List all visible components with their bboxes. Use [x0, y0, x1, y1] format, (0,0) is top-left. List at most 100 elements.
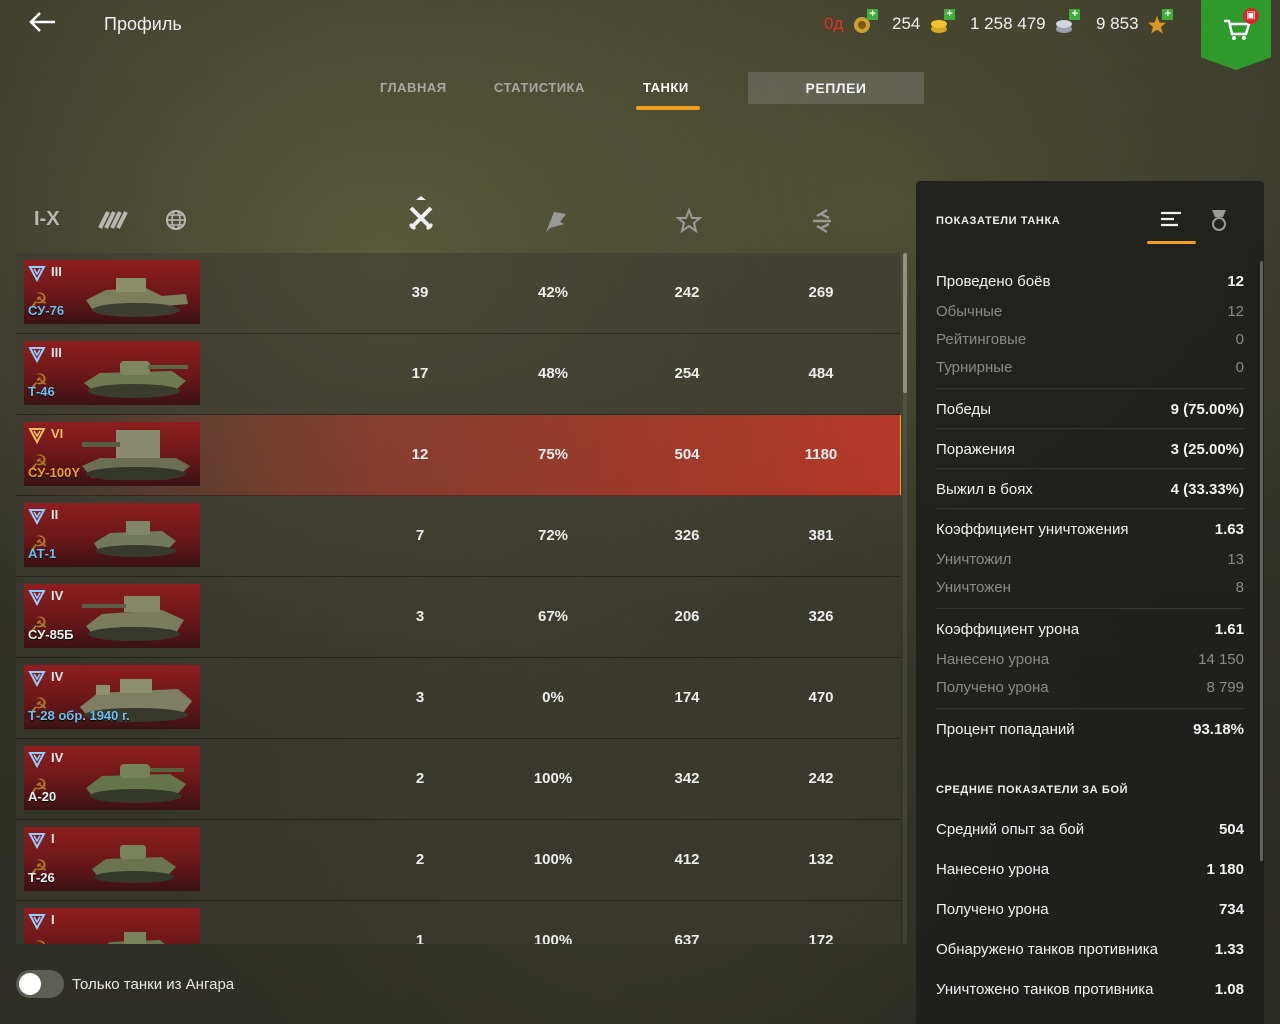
divider: [936, 708, 1244, 709]
stat-value: 8 799: [1206, 679, 1244, 696]
tank-row[interactable]: ☭ VI СУ-100Y 12 75% 504 1180: [16, 415, 901, 496]
avg-damage-value: 172: [808, 932, 834, 944]
panel-scrollbar[interactable]: [1260, 261, 1263, 861]
replays-button[interactable]: РЕПЛЕИ: [748, 72, 924, 104]
tank-icon: [82, 596, 184, 641]
mastery-icon: [28, 507, 46, 526]
wins-icon[interactable]: [540, 206, 570, 236]
tank-row[interactable]: ☭ II АТ-1 7 72% 326 381: [16, 496, 900, 577]
back-arrow-icon[interactable]: [28, 10, 62, 40]
avg-xp-value: 504: [674, 446, 700, 463]
tank-name: А-20: [28, 789, 57, 804]
tank-card: ☭ IV Т-28 обр. 1940 г.: [24, 665, 200, 729]
stat-label: Уничтожено танков противника: [936, 981, 1154, 998]
tier-filter[interactable]: I-X: [34, 208, 60, 236]
avg-xp-value: 174: [674, 689, 700, 706]
mastery-icon: [28, 426, 46, 445]
gift-icon: ▣: [1243, 8, 1259, 24]
tank-row[interactable]: ☭ IV А-20 2 100% 342 242: [16, 739, 900, 820]
tab-tanks[interactable]: ТАНКИ: [643, 80, 689, 95]
avg-xp-value: 412: [674, 851, 700, 868]
winrate-value: 42%: [537, 284, 569, 301]
tank-name: СУ-76: [28, 303, 65, 318]
divider: [936, 608, 1244, 609]
mastery-icon: [28, 831, 46, 850]
tank-name: АТ-1: [28, 546, 57, 561]
stat-value: 4 (33.33%): [1170, 481, 1244, 498]
battles-value: 1: [415, 932, 425, 944]
credits-icon: +: [1054, 8, 1081, 35]
credits-value: 1 258 479: [970, 14, 1046, 33]
battles-value: 2: [415, 770, 425, 787]
battles-value: 17: [411, 365, 429, 382]
active-tab-indicator: [636, 106, 700, 110]
tank-row[interactable]: ☭ IV СУ-85Б 3 67% 206 326: [16, 577, 900, 658]
shop-button[interactable]: ▣: [1201, 0, 1271, 70]
tank-name: Т-46: [28, 384, 55, 399]
credits-balance[interactable]: 1 258 479 +: [970, 8, 1081, 35]
tank-stats-panel: ПОКАЗАТЕЛИ ТАНКА Проведено боёв 12 Обычные…: [916, 181, 1264, 1024]
gold-balance[interactable]: 254 +: [892, 8, 956, 35]
tank-row[interactable]: ☭ IV Т-28 обр. 1940 г. 3 0% 174 470: [16, 658, 900, 739]
avg-damage-value: 326: [808, 608, 834, 625]
globe-icon[interactable]: [164, 208, 188, 236]
stat-label: Коэффициент уничтожения: [936, 521, 1129, 538]
stat-label: Победы: [936, 401, 992, 418]
stat-value: 14 150: [1198, 651, 1244, 668]
gold-icon: +: [929, 8, 956, 35]
avg-damage-icon[interactable]: [807, 206, 837, 236]
battles-icon[interactable]: [406, 194, 436, 231]
avg-xp-icon[interactable]: [674, 206, 704, 236]
tank-name: Т-28 обр. 1940 г.: [28, 708, 130, 723]
stat-row: Коэффициент урона 1.61: [936, 621, 1244, 641]
stat-label: Обнаружено танков противника: [936, 941, 1159, 958]
tab-main[interactable]: ГЛАВНАЯ: [380, 80, 447, 95]
tank-list[interactable]: ☭ III СУ-76 39 42% 242 269 ☭ III Т-46 17 48% 254 484 ☭…: [16, 253, 901, 944]
top-bar: Профиль 0д + 254 + 1 258 479 + 9 853 + ▣: [0, 0, 1280, 70]
stat-label: Рейтинговые: [936, 331, 1027, 348]
premium-days[interactable]: 0д +: [824, 8, 879, 35]
tank-tier: III: [51, 264, 62, 279]
tank-tier: I: [51, 831, 55, 846]
battles-value: 3: [415, 689, 425, 706]
battles-value: 3: [415, 608, 425, 625]
tab-statistics[interactable]: СТАТИСТИКА: [494, 80, 585, 95]
tank-card: ☭ VI СУ-100Y: [24, 422, 200, 486]
winrate-value: 72%: [537, 527, 569, 544]
stat-label: Нанесено урона: [936, 861, 1050, 878]
free-xp-balance[interactable]: 9 853 +: [1096, 8, 1174, 35]
avg-damage-value: 132: [808, 851, 834, 868]
tank-icon: [84, 361, 188, 398]
divider: [936, 428, 1244, 429]
stats-list-icon[interactable]: [1158, 207, 1188, 233]
tank-icon: [107, 932, 165, 944]
tank-row[interactable]: ☭ I Т-26 2 100% 412 132: [16, 820, 900, 901]
avg-xp-value: 206: [674, 608, 700, 625]
tank-icon: [82, 430, 190, 480]
tank-card: ☭I: [24, 908, 200, 944]
winrate-value: 100%: [533, 851, 573, 868]
premium-days-value: 0д: [824, 14, 844, 33]
tank-icon: [94, 521, 176, 557]
list-scrollbar-thumb[interactable]: [903, 253, 907, 393]
stat-label: Поражения: [936, 441, 1015, 458]
winrate-value: 0%: [542, 689, 564, 706]
premium-icon: +: [852, 8, 879, 35]
winrate-value: 67%: [537, 608, 569, 625]
avg-stat-row: Нанесено урона 1 180: [936, 861, 1244, 881]
stat-label: Выжил в боях: [936, 481, 1033, 498]
tank-row[interactable]: ☭ III СУ-76 39 42% 242 269: [16, 253, 900, 334]
awards-icon[interactable]: [1206, 207, 1236, 233]
stat-value: 0: [1235, 331, 1244, 348]
stat-row: Рейтинговые 0: [936, 331, 1244, 351]
tank-row[interactable]: ☭ III Т-46 17 48% 254 484: [16, 334, 900, 415]
stat-row: Выжил в боях 4 (33.33%): [936, 481, 1244, 501]
nations-icon[interactable]: [96, 208, 130, 236]
avg-xp-value: 342: [674, 770, 700, 787]
avg-stat-row: Средний опыт за бой 504: [936, 821, 1244, 841]
hangar-only-toggle[interactable]: [16, 970, 64, 998]
tank-row[interactable]: ☭I1100%637172: [16, 901, 900, 944]
stat-value: 9 (75.00%): [1170, 401, 1244, 418]
stat-value: 1.63: [1214, 521, 1244, 538]
avg-damage-value: 470: [808, 689, 834, 706]
